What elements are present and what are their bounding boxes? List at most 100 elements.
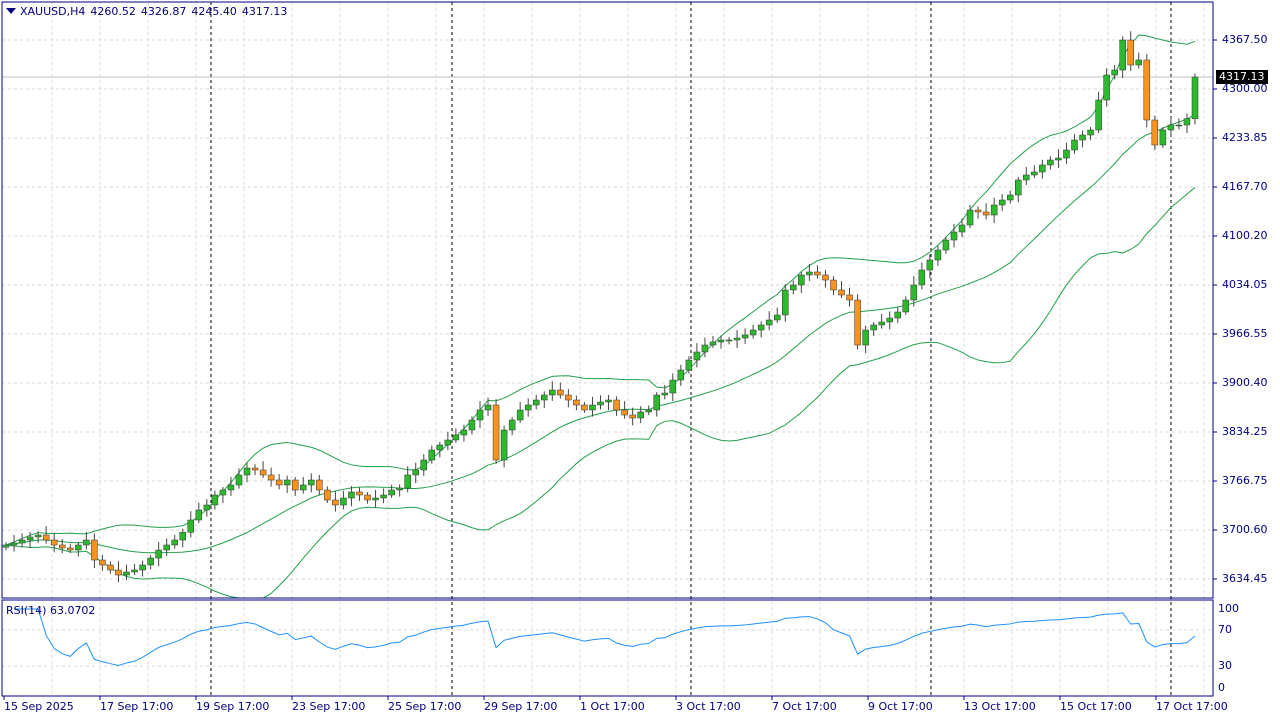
bull-candle (902, 299, 910, 313)
rsi-panel-frame (1, 599, 1214, 697)
time-tick-label: 29 Sep 17:00 (484, 700, 558, 713)
bull-candle (1047, 159, 1054, 166)
dropdown-triangle-icon[interactable] (6, 8, 16, 14)
bear-candle (67, 547, 74, 551)
bull-candle (524, 404, 532, 411)
bear-candle (814, 271, 821, 276)
price-tick-label: 4233.85 (1222, 131, 1268, 144)
bear-candle (364, 494, 371, 501)
bull-candle (532, 399, 540, 406)
bull-candle (83, 539, 90, 546)
bull-candle (484, 404, 492, 411)
bull-candle (733, 337, 741, 341)
time-tick-label: 15 Sep 2025 (4, 700, 74, 713)
bull-candle (412, 469, 419, 476)
price-tick-label: 4300.00 (1222, 82, 1268, 95)
bull-candle (1006, 194, 1014, 201)
bear-candle (573, 399, 580, 406)
bull-candle (1079, 134, 1086, 141)
bull-candle (155, 549, 162, 559)
bear-candle (316, 479, 323, 491)
bull-candle (348, 491, 355, 499)
rsi-tick-label: 100 (1218, 602, 1239, 615)
bull-candle (1111, 69, 1118, 76)
bull-candle (26, 536, 34, 541)
chart-canvas[interactable] (0, 0, 1280, 720)
chart-header: XAUUSD,H4 4260.52 4326.87 4245.40 4317.13 (6, 5, 292, 18)
bull-candle (701, 344, 709, 353)
bull-candle (717, 339, 725, 343)
bull-candle (147, 557, 154, 566)
bull-candle (1119, 39, 1126, 71)
bear-candle (356, 491, 363, 496)
bull-candle (1135, 59, 1143, 66)
bull-candle (195, 509, 203, 521)
bear-candle (629, 414, 636, 419)
bull-candle (677, 369, 685, 381)
symbol-label: XAUUSD,H4 (20, 5, 86, 18)
bull-candle (749, 329, 757, 336)
bull-candle (798, 274, 805, 286)
price-tick-label: 4100.20 (1222, 229, 1268, 242)
bull-candle (934, 249, 942, 261)
bull-candle (388, 489, 395, 496)
bull-candle (34, 534, 42, 538)
bull-candle (163, 544, 170, 551)
bear-candle (259, 469, 267, 476)
bull-candle (2, 544, 10, 548)
price-tick-label: 3700.60 (1222, 523, 1268, 536)
bull-candle (605, 399, 612, 403)
bull-candle (958, 224, 966, 233)
bollinger-upper-band (5, 34, 1196, 546)
bull-candle (862, 329, 869, 346)
rsi-tick-label: 30 (1218, 659, 1232, 672)
bear-candle (581, 404, 588, 411)
bull-candle (372, 497, 379, 501)
bull-candle (187, 519, 195, 533)
bear-candle (621, 409, 628, 416)
price-tick-label: 4167.70 (1222, 180, 1268, 193)
bear-candle (42, 534, 50, 541)
time-tick-label: 19 Sep 17:00 (196, 700, 270, 713)
bull-candle (203, 504, 211, 511)
time-tick-label: 17 Sep 17:00 (100, 700, 174, 713)
bear-candle (1143, 59, 1151, 121)
close-value: 4317.13 (241, 5, 288, 18)
bull-candle (782, 289, 789, 316)
price-tick-label: 3966.55 (1222, 327, 1268, 340)
bull-candle (910, 284, 918, 301)
bull-candle (1071, 139, 1078, 151)
bull-candle (508, 419, 516, 431)
bull-candle (878, 321, 885, 326)
bull-candle (757, 324, 765, 331)
bull-candle (10, 542, 18, 546)
rsi-tick-label: 70 (1218, 623, 1232, 636)
bear-candle (565, 394, 572, 401)
bull-candle (725, 339, 733, 342)
bull-candle (589, 404, 596, 411)
rsi-line (14, 608, 1196, 666)
bull-candle (1159, 129, 1167, 146)
bull-candle (773, 314, 781, 321)
bull-candle (380, 494, 387, 499)
price-tick-label: 4367.50 (1222, 33, 1268, 46)
rsi-tick-label: 0 (1218, 681, 1225, 694)
bull-candle (300, 484, 307, 491)
bull-candle (75, 544, 82, 551)
bear-candle (115, 569, 122, 576)
bear-candle (107, 564, 114, 571)
bull-candle (693, 351, 701, 361)
bull-candle (1055, 157, 1062, 161)
bear-candle (838, 289, 845, 296)
bear-candle (332, 499, 339, 506)
bear-candle (99, 559, 106, 566)
bear-candle (1151, 119, 1159, 146)
price-tick-label: 3834.25 (1222, 425, 1268, 438)
rsi-label: RSI(14) 63.0702 (6, 604, 96, 617)
bear-candle (324, 489, 331, 501)
price-tick-label: 3766.75 (1222, 474, 1268, 487)
time-tick-label: 23 Sep 17:00 (292, 700, 366, 713)
bear-candle (822, 274, 829, 281)
bull-candle (476, 409, 484, 421)
bull-candle (669, 379, 677, 394)
